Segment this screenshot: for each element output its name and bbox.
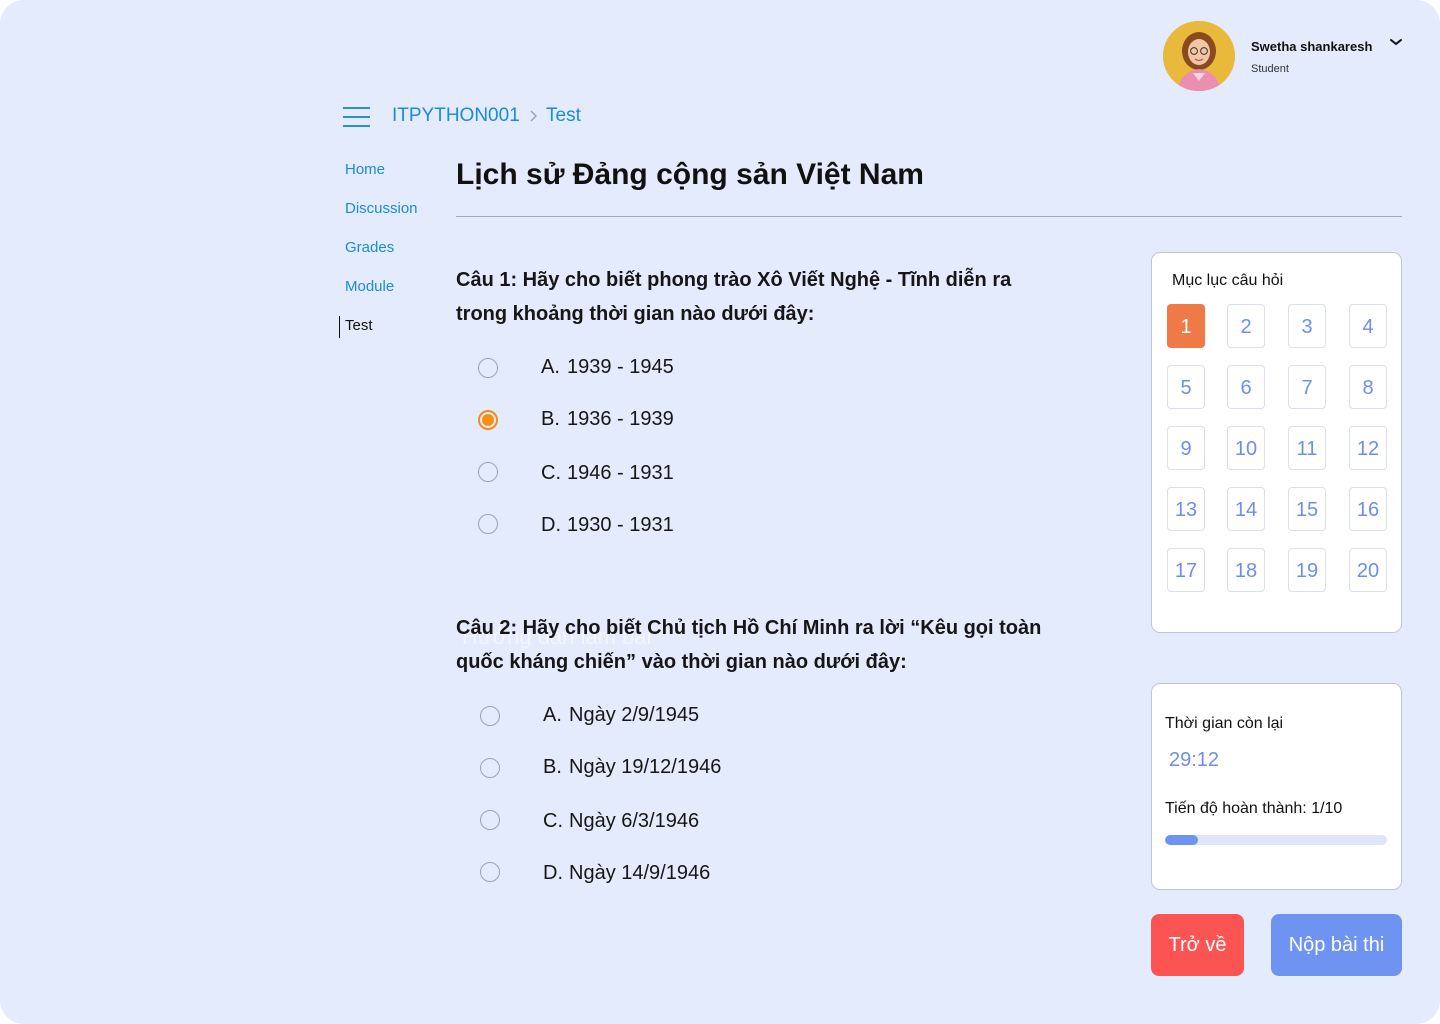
option-letter: C.	[543, 810, 563, 832]
radio-button[interactable]	[480, 862, 500, 882]
page-title: Lịch sử Đảng cộng sản Việt Nam	[456, 158, 924, 191]
radio-button[interactable]	[480, 758, 500, 778]
question-2-text: Câu 2: Hãy cho biết Chủ tịch Hồ Chí Minh…	[456, 617, 1042, 673]
question-index-cell[interactable]: 13	[1167, 487, 1205, 531]
question-1-option-c[interactable]: C. 1946 - 1931	[478, 462, 698, 486]
nav-item-home[interactable]: Home	[345, 161, 385, 178]
question-index-cell[interactable]: 17	[1167, 548, 1205, 592]
question-index-cell[interactable]: 2	[1227, 304, 1265, 348]
question-2-option-b[interactable]: B. Ngày 19/12/1946	[480, 756, 740, 782]
question-index-cell[interactable]: 8	[1349, 365, 1387, 409]
question-1-option-d[interactable]: D. 1930 - 1931	[478, 514, 698, 538]
question-index-cell[interactable]: 7	[1288, 365, 1326, 409]
question-index-cell[interactable]: 16	[1349, 487, 1387, 531]
option-letter: A.	[541, 356, 560, 378]
progress-bar	[1165, 835, 1387, 845]
user-name: Swetha shankaresh	[1251, 39, 1373, 54]
time-remaining-label: Thời gian còn lại	[1165, 715, 1284, 732]
question-index-cell[interactable]: 5	[1167, 365, 1205, 409]
option-text: 1939 - 1945	[567, 356, 674, 378]
question-index-cell[interactable]: 14	[1227, 487, 1265, 531]
radio-button[interactable]	[480, 810, 500, 830]
avatar[interactable]	[1163, 21, 1235, 91]
progress-bar-fill	[1165, 835, 1199, 845]
option-letter: A.	[543, 704, 562, 726]
question-2-option-a[interactable]: A. Ngày 2/9/1945	[480, 704, 740, 730]
question-index-cell[interactable]: 20	[1349, 548, 1387, 592]
submit-exam-button[interactable]: Nộp bài thi	[1271, 914, 1402, 976]
question-index-cell[interactable]: 1	[1167, 304, 1205, 348]
question-index-title: Mục lục câu hỏi	[1172, 272, 1284, 289]
question-index-cell[interactable]: 4	[1349, 304, 1387, 348]
radio-button[interactable]	[480, 706, 500, 726]
radio-button[interactable]	[478, 514, 498, 534]
question-index-cell[interactable]: 3	[1288, 304, 1326, 348]
option-letter: C.	[541, 462, 561, 484]
question-1-option-b[interactable]: B. 1936 - 1939	[478, 408, 698, 434]
radio-button[interactable]	[478, 462, 498, 482]
question-1-option-a[interactable]: A. 1939 - 1945	[478, 356, 698, 382]
chevron-down-icon[interactable]	[1389, 35, 1403, 49]
nav-active-indicator	[339, 316, 340, 338]
question-1-text: Câu 1: Hãy cho biết phong trào Xô Viết N…	[456, 269, 1012, 325]
progress-label: Tiến độ hoàn thành: 1/10	[1165, 800, 1343, 817]
option-text: Ngày 6/3/1946	[569, 810, 700, 832]
menu-icon[interactable]	[343, 107, 370, 129]
option-text: 1930 - 1931	[567, 514, 674, 536]
option-letter: D.	[543, 862, 563, 884]
option-text: Ngày 2/9/1945	[569, 704, 700, 726]
divider	[456, 216, 1402, 217]
option-text: Ngày 19/12/1946	[569, 756, 722, 778]
nav-item-grades[interactable]: Grades	[345, 239, 394, 256]
question-index-cell[interactable]: 10	[1227, 426, 1265, 470]
question-2-option-d[interactable]: D. Ngày 14/9/1946	[480, 862, 740, 886]
question-index-cell[interactable]: 9	[1167, 426, 1205, 470]
option-letter: B.	[543, 756, 562, 778]
breadcrumb-page[interactable]: Test	[546, 105, 581, 127]
back-button[interactable]: Trở về	[1151, 914, 1244, 976]
chevron-right-icon	[530, 110, 537, 122]
option-text: Ngày 14/9/1946	[569, 862, 711, 884]
timer-panel: Thời gian còn lại 29:12 Tiến độ hoàn thà…	[1151, 683, 1402, 890]
question-index-cell[interactable]: 18	[1227, 548, 1265, 592]
option-letter: B.	[541, 408, 560, 430]
question-index-cell[interactable]: 15	[1288, 487, 1326, 531]
nav-item-discussion[interactable]: Discussion	[345, 200, 418, 217]
option-letter: D.	[541, 514, 561, 536]
nav-item-module[interactable]: Module	[345, 278, 394, 295]
time-remaining-value: 29:12	[1169, 749, 1220, 771]
option-text: 1936 - 1939	[567, 408, 674, 430]
question-index-cell[interactable]: 12	[1349, 426, 1387, 470]
radio-button[interactable]	[478, 358, 498, 378]
breadcrumb-course[interactable]: ITPYTHON001	[392, 105, 520, 127]
radio-button-selected[interactable]	[478, 410, 498, 430]
question-2-option-c[interactable]: C. Ngày 6/3/1946	[480, 810, 740, 834]
option-text: 1946 - 1931	[567, 462, 674, 484]
question-index-cell[interactable]: 11	[1288, 426, 1326, 470]
app-frame: Swetha shankaresh Student ITPYTHON001 Te…	[0, 0, 1440, 1024]
question-index-panel: Mục lục câu hỏi 1 2 3 4 5 6 7 8 9 10 11 …	[1151, 252, 1402, 633]
question-index-cell[interactable]: 6	[1227, 365, 1265, 409]
user-profile[interactable]: Swetha shankaresh Student	[1163, 21, 1413, 91]
nav-item-test[interactable]: Test	[345, 317, 373, 334]
user-role: Student	[1251, 63, 1289, 75]
question-index-cell[interactable]: 19	[1288, 548, 1326, 592]
